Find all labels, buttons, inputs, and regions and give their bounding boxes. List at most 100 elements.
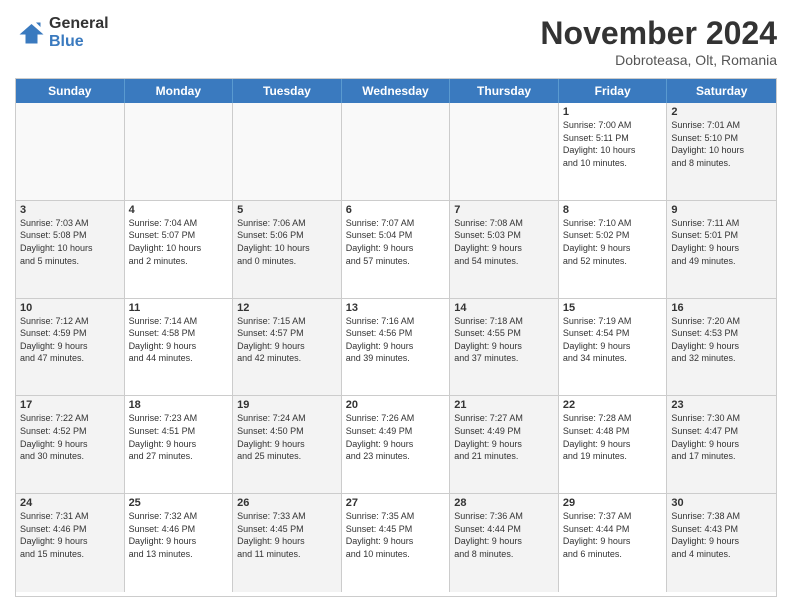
day-number: 19: [237, 399, 337, 411]
calendar-row-5: 24Sunrise: 7:31 AM Sunset: 4:46 PM Dayli…: [16, 494, 776, 592]
day-number: 1: [563, 106, 663, 118]
day-number: 2: [671, 106, 772, 118]
calendar-cell-7: 7Sunrise: 7:08 AM Sunset: 5:03 PM Daylig…: [450, 201, 559, 298]
day-info: Sunrise: 7:20 AM Sunset: 4:53 PM Dayligh…: [671, 315, 772, 365]
logo-general-text: General: [49, 15, 109, 33]
location: Dobroteasa, Olt, Romania: [540, 52, 777, 68]
day-info: Sunrise: 7:26 AM Sunset: 4:49 PM Dayligh…: [346, 412, 446, 462]
day-number: 18: [129, 399, 229, 411]
day-number: 29: [563, 497, 663, 509]
day-number: 16: [671, 302, 772, 314]
day-number: 3: [20, 204, 120, 216]
calendar-row-3: 10Sunrise: 7:12 AM Sunset: 4:59 PM Dayli…: [16, 299, 776, 397]
day-info: Sunrise: 7:30 AM Sunset: 4:47 PM Dayligh…: [671, 412, 772, 462]
calendar-cell-28: 28Sunrise: 7:36 AM Sunset: 4:44 PM Dayli…: [450, 494, 559, 592]
day-number: 25: [129, 497, 229, 509]
day-number: 21: [454, 399, 554, 411]
logo: General Blue: [15, 15, 109, 50]
calendar-cell-23: 23Sunrise: 7:30 AM Sunset: 4:47 PM Dayli…: [667, 396, 776, 493]
day-info: Sunrise: 7:08 AM Sunset: 5:03 PM Dayligh…: [454, 217, 554, 267]
day-number: 15: [563, 302, 663, 314]
calendar-cell-9: 9Sunrise: 7:11 AM Sunset: 5:01 PM Daylig…: [667, 201, 776, 298]
calendar-body: 1Sunrise: 7:00 AM Sunset: 5:11 PM Daylig…: [16, 103, 776, 592]
logo-blue-text: Blue: [49, 33, 109, 51]
day-number: 11: [129, 302, 229, 314]
day-info: Sunrise: 7:06 AM Sunset: 5:06 PM Dayligh…: [237, 217, 337, 267]
weekday-header-tuesday: Tuesday: [233, 79, 342, 103]
day-info: Sunrise: 7:37 AM Sunset: 4:44 PM Dayligh…: [563, 510, 663, 560]
calendar-row-4: 17Sunrise: 7:22 AM Sunset: 4:52 PM Dayli…: [16, 396, 776, 494]
day-number: 30: [671, 497, 772, 509]
logo-icon: [15, 18, 45, 48]
main-container: General Blue November 2024 Dobroteasa, O…: [0, 0, 792, 612]
day-info: Sunrise: 7:36 AM Sunset: 4:44 PM Dayligh…: [454, 510, 554, 560]
day-info: Sunrise: 7:22 AM Sunset: 4:52 PM Dayligh…: [20, 412, 120, 462]
calendar-cell-21: 21Sunrise: 7:27 AM Sunset: 4:49 PM Dayli…: [450, 396, 559, 493]
calendar-cell-15: 15Sunrise: 7:19 AM Sunset: 4:54 PM Dayli…: [559, 299, 668, 396]
day-number: 5: [237, 204, 337, 216]
calendar-cell-26: 26Sunrise: 7:33 AM Sunset: 4:45 PM Dayli…: [233, 494, 342, 592]
calendar-cell-13: 13Sunrise: 7:16 AM Sunset: 4:56 PM Dayli…: [342, 299, 451, 396]
calendar-cell-14: 14Sunrise: 7:18 AM Sunset: 4:55 PM Dayli…: [450, 299, 559, 396]
calendar-cell-empty-0-4: [450, 103, 559, 200]
calendar-cell-empty-0-0: [16, 103, 125, 200]
calendar-cell-11: 11Sunrise: 7:14 AM Sunset: 4:58 PM Dayli…: [125, 299, 234, 396]
day-info: Sunrise: 7:28 AM Sunset: 4:48 PM Dayligh…: [563, 412, 663, 462]
calendar-header: SundayMondayTuesdayWednesdayThursdayFrid…: [16, 79, 776, 103]
day-number: 24: [20, 497, 120, 509]
day-info: Sunrise: 7:12 AM Sunset: 4:59 PM Dayligh…: [20, 315, 120, 365]
day-info: Sunrise: 7:03 AM Sunset: 5:08 PM Dayligh…: [20, 217, 120, 267]
calendar-cell-25: 25Sunrise: 7:32 AM Sunset: 4:46 PM Dayli…: [125, 494, 234, 592]
calendar-cell-20: 20Sunrise: 7:26 AM Sunset: 4:49 PM Dayli…: [342, 396, 451, 493]
day-number: 13: [346, 302, 446, 314]
day-number: 20: [346, 399, 446, 411]
calendar-cell-empty-0-2: [233, 103, 342, 200]
day-info: Sunrise: 7:31 AM Sunset: 4:46 PM Dayligh…: [20, 510, 120, 560]
weekday-header-monday: Monday: [125, 79, 234, 103]
calendar-cell-3: 3Sunrise: 7:03 AM Sunset: 5:08 PM Daylig…: [16, 201, 125, 298]
calendar-cell-1: 1Sunrise: 7:00 AM Sunset: 5:11 PM Daylig…: [559, 103, 668, 200]
day-info: Sunrise: 7:04 AM Sunset: 5:07 PM Dayligh…: [129, 217, 229, 267]
calendar-cell-empty-0-3: [342, 103, 451, 200]
weekday-header-wednesday: Wednesday: [342, 79, 451, 103]
calendar: SundayMondayTuesdayWednesdayThursdayFrid…: [15, 78, 777, 597]
day-info: Sunrise: 7:11 AM Sunset: 5:01 PM Dayligh…: [671, 217, 772, 267]
calendar-cell-2: 2Sunrise: 7:01 AM Sunset: 5:10 PM Daylig…: [667, 103, 776, 200]
day-number: 17: [20, 399, 120, 411]
day-number: 12: [237, 302, 337, 314]
calendar-row-2: 3Sunrise: 7:03 AM Sunset: 5:08 PM Daylig…: [16, 201, 776, 299]
day-number: 27: [346, 497, 446, 509]
day-number: 23: [671, 399, 772, 411]
calendar-cell-29: 29Sunrise: 7:37 AM Sunset: 4:44 PM Dayli…: [559, 494, 668, 592]
calendar-cell-empty-0-1: [125, 103, 234, 200]
day-info: Sunrise: 7:14 AM Sunset: 4:58 PM Dayligh…: [129, 315, 229, 365]
weekday-header-sunday: Sunday: [16, 79, 125, 103]
day-info: Sunrise: 7:35 AM Sunset: 4:45 PM Dayligh…: [346, 510, 446, 560]
calendar-row-1: 1Sunrise: 7:00 AM Sunset: 5:11 PM Daylig…: [16, 103, 776, 201]
calendar-cell-27: 27Sunrise: 7:35 AM Sunset: 4:45 PM Dayli…: [342, 494, 451, 592]
calendar-cell-17: 17Sunrise: 7:22 AM Sunset: 4:52 PM Dayli…: [16, 396, 125, 493]
day-info: Sunrise: 7:07 AM Sunset: 5:04 PM Dayligh…: [346, 217, 446, 267]
day-number: 6: [346, 204, 446, 216]
weekday-header-thursday: Thursday: [450, 79, 559, 103]
day-number: 8: [563, 204, 663, 216]
calendar-cell-5: 5Sunrise: 7:06 AM Sunset: 5:06 PM Daylig…: [233, 201, 342, 298]
weekday-header-friday: Friday: [559, 79, 668, 103]
day-number: 14: [454, 302, 554, 314]
day-number: 26: [237, 497, 337, 509]
day-info: Sunrise: 7:01 AM Sunset: 5:10 PM Dayligh…: [671, 119, 772, 169]
day-info: Sunrise: 7:16 AM Sunset: 4:56 PM Dayligh…: [346, 315, 446, 365]
day-number: 9: [671, 204, 772, 216]
header: General Blue November 2024 Dobroteasa, O…: [15, 15, 777, 68]
day-number: 10: [20, 302, 120, 314]
day-info: Sunrise: 7:38 AM Sunset: 4:43 PM Dayligh…: [671, 510, 772, 560]
day-info: Sunrise: 7:32 AM Sunset: 4:46 PM Dayligh…: [129, 510, 229, 560]
day-info: Sunrise: 7:15 AM Sunset: 4:57 PM Dayligh…: [237, 315, 337, 365]
day-number: 7: [454, 204, 554, 216]
calendar-cell-22: 22Sunrise: 7:28 AM Sunset: 4:48 PM Dayli…: [559, 396, 668, 493]
title-block: November 2024 Dobroteasa, Olt, Romania: [540, 15, 777, 68]
day-info: Sunrise: 7:18 AM Sunset: 4:55 PM Dayligh…: [454, 315, 554, 365]
day-info: Sunrise: 7:27 AM Sunset: 4:49 PM Dayligh…: [454, 412, 554, 462]
day-info: Sunrise: 7:24 AM Sunset: 4:50 PM Dayligh…: [237, 412, 337, 462]
day-info: Sunrise: 7:19 AM Sunset: 4:54 PM Dayligh…: [563, 315, 663, 365]
